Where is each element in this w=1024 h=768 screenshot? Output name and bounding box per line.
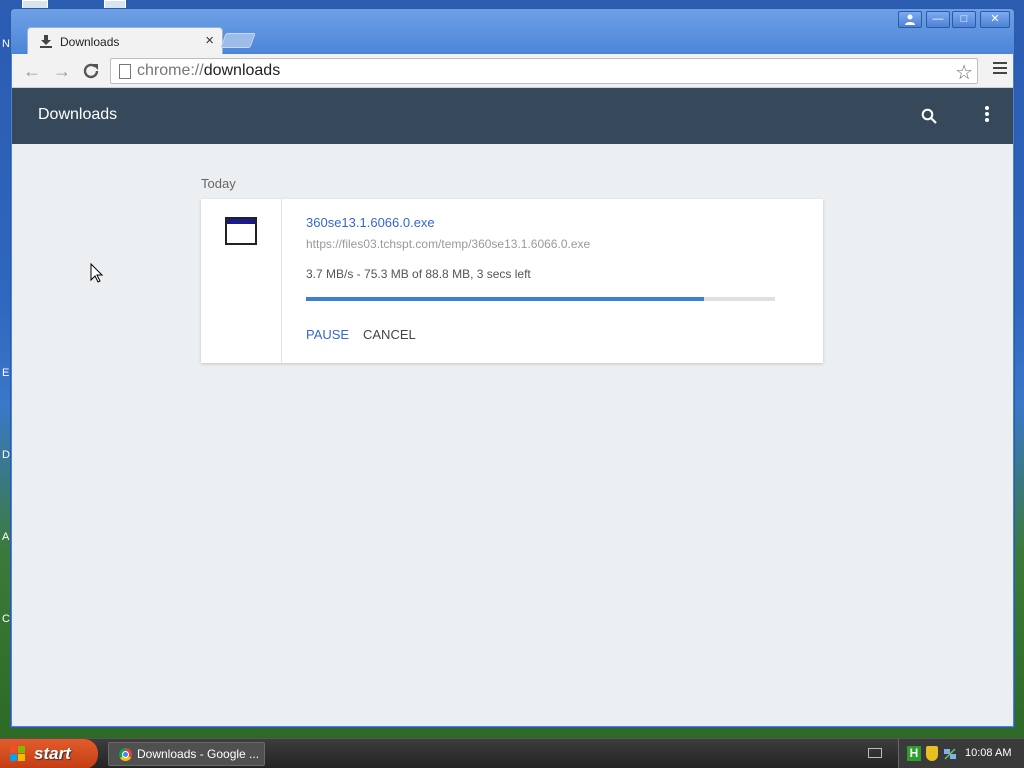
more-options-icon[interactable] (979, 106, 995, 126)
download-item-card: 360se13.1.6066.0.exe https://files03.tch… (201, 199, 823, 363)
desktop-icon-label-partial: E (2, 367, 10, 379)
download-icon (40, 35, 52, 48)
chrome-menu-icon[interactable] (993, 62, 1007, 76)
keyboard-icon[interactable] (868, 748, 882, 758)
progress-bar (306, 297, 775, 301)
minimize-button[interactable]: — (926, 11, 950, 28)
page-icon (119, 64, 131, 79)
system-tray: H 10:08 AM (898, 739, 1024, 768)
tray-h-icon[interactable]: H (907, 746, 921, 761)
file-icon-column (201, 199, 282, 363)
network-icon[interactable] (943, 747, 957, 761)
taskbar-item-label: Downloads - Google ... (137, 747, 260, 761)
tab-title: Downloads (60, 35, 120, 49)
user-profile-icon[interactable] (898, 11, 922, 28)
download-status: 3.7 MB/s - 75.3 MB of 88.8 MB, 3 secs le… (306, 267, 531, 281)
executable-file-icon (225, 217, 257, 245)
title-bar[interactable]: Downloads × — □ ✕ (11, 9, 1014, 55)
downloads-header: Downloads (12, 88, 1013, 144)
start-button[interactable]: start (0, 739, 98, 768)
date-heading: Today (201, 176, 236, 191)
forward-arrow-icon[interactable]: → (52, 61, 72, 81)
tab-downloads[interactable]: Downloads × (27, 27, 223, 55)
desktop-icon-label-partial: A (2, 531, 10, 543)
page-title: Downloads (38, 106, 118, 123)
browser-toolbar: ← → chrome://downloads ☆ (12, 54, 1013, 88)
pause-button[interactable]: PAUSE (306, 327, 349, 342)
desktop-icon-label-partial: C (2, 613, 10, 625)
reload-icon[interactable] (82, 62, 100, 80)
windows-logo-icon (10, 746, 25, 761)
taskbar-item-chrome[interactable]: Downloads - Google ... (108, 742, 265, 766)
start-label: start (34, 744, 71, 763)
clock: 10:08 AM (965, 747, 1012, 759)
file-name-link[interactable]: 360se13.1.6066.0.exe (306, 215, 435, 230)
chrome-icon (119, 748, 132, 761)
tab-close-icon[interactable]: × (205, 32, 214, 49)
mouse-cursor-icon (90, 263, 104, 283)
cancel-button[interactable]: CANCEL (363, 327, 416, 342)
back-arrow-icon[interactable]: ← (22, 61, 42, 81)
desktop-icon-label-partial: N (2, 38, 10, 50)
search-icon[interactable] (921, 108, 937, 124)
progress-bar-fill (306, 297, 704, 301)
address-bar[interactable]: chrome://downloads ☆ (110, 58, 978, 84)
security-shield-icon[interactable] (926, 746, 938, 761)
taskbar: start Downloads - Google ... H 10:08 AM (0, 738, 1024, 768)
bookmark-star-icon[interactable]: ☆ (955, 60, 973, 85)
close-button[interactable]: ✕ (980, 11, 1010, 28)
desktop-icon-label-partial: D (2, 449, 10, 461)
browser-window: Downloads × — □ ✕ ← → chrome://downloads… (10, 8, 1015, 728)
maximize-button[interactable]: □ (952, 11, 976, 28)
downloads-page: Downloads Today 360se13.1.6066.0.exe htt… (12, 88, 1013, 726)
url-text: chrome://downloads (137, 62, 281, 79)
source-url-link[interactable]: https://files03.tchspt.com/temp/360se13.… (306, 237, 590, 251)
new-tab-button[interactable] (220, 33, 256, 48)
